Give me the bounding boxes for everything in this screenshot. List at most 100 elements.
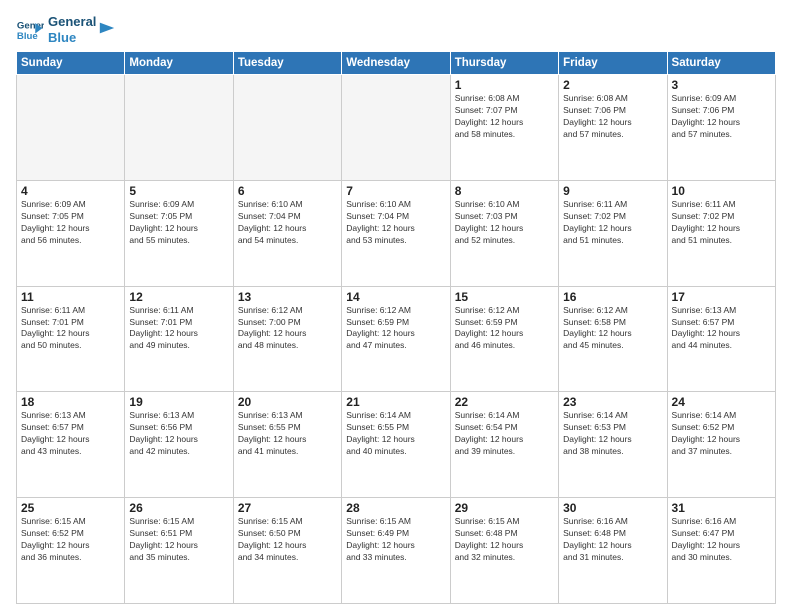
cell-info: Sunrise: 6:12 AMSunset: 7:00 PMDaylight:… (238, 305, 337, 353)
day-number: 30 (563, 501, 662, 515)
day-cell: 7Sunrise: 6:10 AMSunset: 7:04 PMDaylight… (342, 180, 450, 286)
day-number: 8 (455, 184, 554, 198)
day-number: 17 (672, 290, 771, 304)
day-cell (125, 75, 233, 181)
cell-info: Sunrise: 6:10 AMSunset: 7:04 PMDaylight:… (238, 199, 337, 247)
day-cell: 31Sunrise: 6:16 AMSunset: 6:47 PMDayligh… (667, 498, 775, 604)
day-number: 13 (238, 290, 337, 304)
day-cell: 5Sunrise: 6:09 AMSunset: 7:05 PMDaylight… (125, 180, 233, 286)
day-cell: 6Sunrise: 6:10 AMSunset: 7:04 PMDaylight… (233, 180, 341, 286)
day-number: 27 (238, 501, 337, 515)
header-cell-thursday: Thursday (450, 52, 558, 75)
logo-arrow-icon (98, 19, 116, 37)
header-cell-saturday: Saturday (667, 52, 775, 75)
week-row-1: 1Sunrise: 6:08 AMSunset: 7:07 PMDaylight… (17, 75, 776, 181)
day-cell: 10Sunrise: 6:11 AMSunset: 7:02 PMDayligh… (667, 180, 775, 286)
day-cell (233, 75, 341, 181)
cell-info: Sunrise: 6:15 AMSunset: 6:52 PMDaylight:… (21, 516, 120, 564)
cell-info: Sunrise: 6:13 AMSunset: 6:56 PMDaylight:… (129, 410, 228, 458)
page: General Blue General Blue SundayMondayTu… (0, 0, 792, 612)
header-cell-sunday: Sunday (17, 52, 125, 75)
day-number: 3 (672, 78, 771, 92)
cell-info: Sunrise: 6:12 AMSunset: 6:58 PMDaylight:… (563, 305, 662, 353)
day-cell: 11Sunrise: 6:11 AMSunset: 7:01 PMDayligh… (17, 286, 125, 392)
day-cell: 14Sunrise: 6:12 AMSunset: 6:59 PMDayligh… (342, 286, 450, 392)
cell-info: Sunrise: 6:13 AMSunset: 6:57 PMDaylight:… (21, 410, 120, 458)
header-row: SundayMondayTuesdayWednesdayThursdayFrid… (17, 52, 776, 75)
day-number: 31 (672, 501, 771, 515)
day-cell: 2Sunrise: 6:08 AMSunset: 7:06 PMDaylight… (559, 75, 667, 181)
week-row-4: 18Sunrise: 6:13 AMSunset: 6:57 PMDayligh… (17, 392, 776, 498)
day-number: 28 (346, 501, 445, 515)
day-number: 12 (129, 290, 228, 304)
day-cell: 23Sunrise: 6:14 AMSunset: 6:53 PMDayligh… (559, 392, 667, 498)
day-cell: 30Sunrise: 6:16 AMSunset: 6:48 PMDayligh… (559, 498, 667, 604)
day-cell: 4Sunrise: 6:09 AMSunset: 7:05 PMDaylight… (17, 180, 125, 286)
header-cell-friday: Friday (559, 52, 667, 75)
cell-info: Sunrise: 6:09 AMSunset: 7:06 PMDaylight:… (672, 93, 771, 141)
day-cell: 20Sunrise: 6:13 AMSunset: 6:55 PMDayligh… (233, 392, 341, 498)
day-number: 26 (129, 501, 228, 515)
day-cell: 12Sunrise: 6:11 AMSunset: 7:01 PMDayligh… (125, 286, 233, 392)
cell-info: Sunrise: 6:15 AMSunset: 6:49 PMDaylight:… (346, 516, 445, 564)
day-number: 5 (129, 184, 228, 198)
cell-info: Sunrise: 6:10 AMSunset: 7:03 PMDaylight:… (455, 199, 554, 247)
day-number: 9 (563, 184, 662, 198)
header-cell-tuesday: Tuesday (233, 52, 341, 75)
day-number: 23 (563, 395, 662, 409)
header-cell-monday: Monday (125, 52, 233, 75)
svg-text:Blue: Blue (17, 30, 38, 41)
cell-info: Sunrise: 6:16 AMSunset: 6:47 PMDaylight:… (672, 516, 771, 564)
cell-info: Sunrise: 6:11 AMSunset: 7:02 PMDaylight:… (563, 199, 662, 247)
logo-icon: General Blue (16, 16, 44, 44)
cell-info: Sunrise: 6:09 AMSunset: 7:05 PMDaylight:… (129, 199, 228, 247)
day-cell: 3Sunrise: 6:09 AMSunset: 7:06 PMDaylight… (667, 75, 775, 181)
cell-info: Sunrise: 6:13 AMSunset: 6:55 PMDaylight:… (238, 410, 337, 458)
day-cell: 1Sunrise: 6:08 AMSunset: 7:07 PMDaylight… (450, 75, 558, 181)
day-cell: 25Sunrise: 6:15 AMSunset: 6:52 PMDayligh… (17, 498, 125, 604)
day-number: 11 (21, 290, 120, 304)
day-cell: 21Sunrise: 6:14 AMSunset: 6:55 PMDayligh… (342, 392, 450, 498)
header-cell-wednesday: Wednesday (342, 52, 450, 75)
day-cell: 28Sunrise: 6:15 AMSunset: 6:49 PMDayligh… (342, 498, 450, 604)
cell-info: Sunrise: 6:14 AMSunset: 6:52 PMDaylight:… (672, 410, 771, 458)
day-number: 22 (455, 395, 554, 409)
day-number: 4 (21, 184, 120, 198)
day-cell: 24Sunrise: 6:14 AMSunset: 6:52 PMDayligh… (667, 392, 775, 498)
day-number: 20 (238, 395, 337, 409)
day-number: 10 (672, 184, 771, 198)
day-number: 14 (346, 290, 445, 304)
day-cell: 17Sunrise: 6:13 AMSunset: 6:57 PMDayligh… (667, 286, 775, 392)
day-number: 6 (238, 184, 337, 198)
cell-info: Sunrise: 6:11 AMSunset: 7:01 PMDaylight:… (129, 305, 228, 353)
logo-text: General Blue (48, 14, 96, 45)
day-cell (342, 75, 450, 181)
day-number: 1 (455, 78, 554, 92)
cell-info: Sunrise: 6:14 AMSunset: 6:55 PMDaylight:… (346, 410, 445, 458)
cell-info: Sunrise: 6:14 AMSunset: 6:54 PMDaylight:… (455, 410, 554, 458)
day-cell: 18Sunrise: 6:13 AMSunset: 6:57 PMDayligh… (17, 392, 125, 498)
day-cell: 8Sunrise: 6:10 AMSunset: 7:03 PMDaylight… (450, 180, 558, 286)
cell-info: Sunrise: 6:12 AMSunset: 6:59 PMDaylight:… (346, 305, 445, 353)
cell-info: Sunrise: 6:11 AMSunset: 7:01 PMDaylight:… (21, 305, 120, 353)
cell-info: Sunrise: 6:08 AMSunset: 7:06 PMDaylight:… (563, 93, 662, 141)
day-cell: 19Sunrise: 6:13 AMSunset: 6:56 PMDayligh… (125, 392, 233, 498)
cell-info: Sunrise: 6:08 AMSunset: 7:07 PMDaylight:… (455, 93, 554, 141)
day-number: 15 (455, 290, 554, 304)
day-cell: 9Sunrise: 6:11 AMSunset: 7:02 PMDaylight… (559, 180, 667, 286)
cell-info: Sunrise: 6:09 AMSunset: 7:05 PMDaylight:… (21, 199, 120, 247)
cell-info: Sunrise: 6:12 AMSunset: 6:59 PMDaylight:… (455, 305, 554, 353)
day-cell: 16Sunrise: 6:12 AMSunset: 6:58 PMDayligh… (559, 286, 667, 392)
day-cell: 26Sunrise: 6:15 AMSunset: 6:51 PMDayligh… (125, 498, 233, 604)
cell-info: Sunrise: 6:13 AMSunset: 6:57 PMDaylight:… (672, 305, 771, 353)
day-cell: 22Sunrise: 6:14 AMSunset: 6:54 PMDayligh… (450, 392, 558, 498)
day-number: 2 (563, 78, 662, 92)
day-number: 7 (346, 184, 445, 198)
calendar-table: SundayMondayTuesdayWednesdayThursdayFrid… (16, 51, 776, 604)
day-cell: 13Sunrise: 6:12 AMSunset: 7:00 PMDayligh… (233, 286, 341, 392)
week-row-5: 25Sunrise: 6:15 AMSunset: 6:52 PMDayligh… (17, 498, 776, 604)
day-number: 16 (563, 290, 662, 304)
day-cell: 29Sunrise: 6:15 AMSunset: 6:48 PMDayligh… (450, 498, 558, 604)
day-number: 29 (455, 501, 554, 515)
cell-info: Sunrise: 6:14 AMSunset: 6:53 PMDaylight:… (563, 410, 662, 458)
